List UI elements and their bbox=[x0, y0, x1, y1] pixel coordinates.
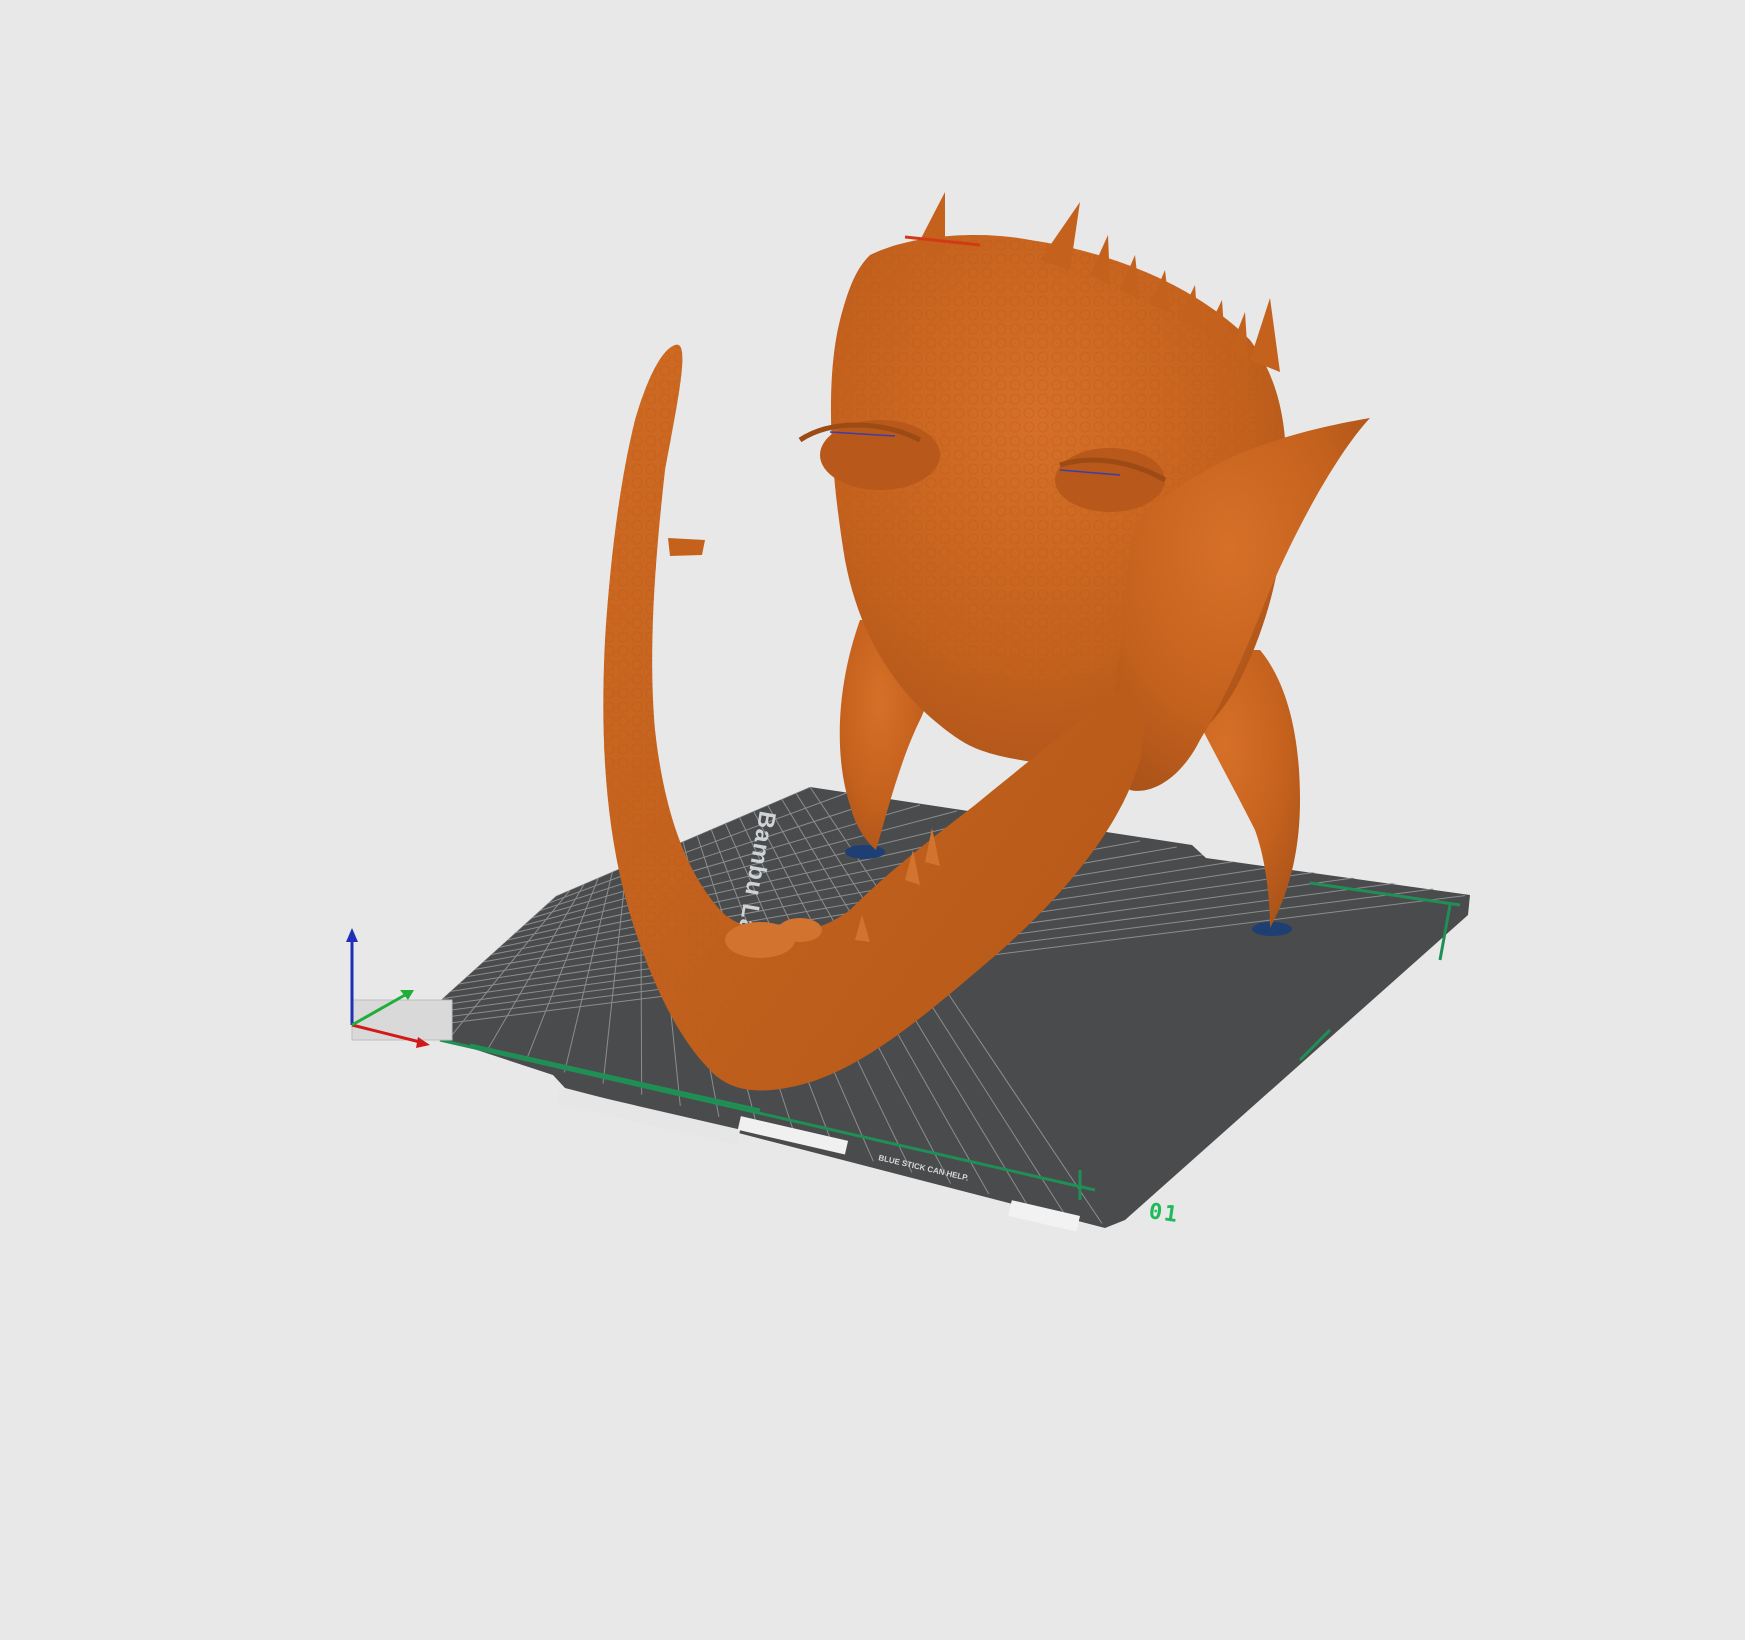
scene-canvas[interactable]: BLUE STICK CAN HELP. Bambu Lab 01 bbox=[0, 0, 1745, 1640]
support-marker bbox=[845, 845, 885, 859]
model-jaw-fin bbox=[668, 538, 705, 556]
axis-gizmo bbox=[346, 928, 453, 1048]
axis-gizmo-grid bbox=[351, 999, 453, 1041]
model-eye-left bbox=[820, 420, 940, 490]
model-eye-right bbox=[1055, 448, 1165, 512]
3d-viewport[interactable]: BLUE STICK CAN HELP. Bambu Lab 01 bbox=[0, 0, 1745, 1640]
plate-number-label: 01 bbox=[1147, 1199, 1181, 1228]
axis-z-arrow bbox=[346, 928, 358, 942]
